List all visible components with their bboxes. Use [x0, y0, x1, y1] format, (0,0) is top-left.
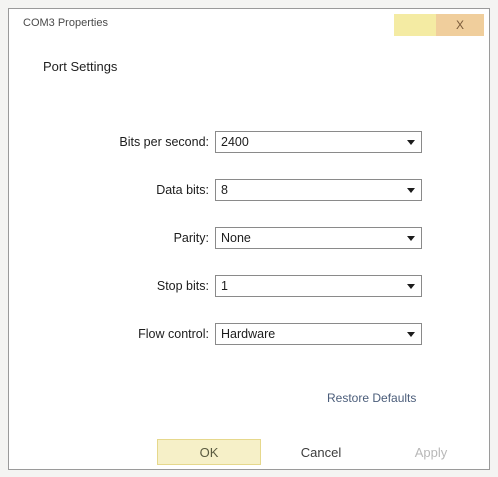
ok-button[interactable]: OK [157, 439, 261, 465]
stop-bits-select[interactable]: 1 [215, 275, 422, 297]
stop-bits-label: Stop bits: [156, 279, 209, 293]
parity-value: None [221, 231, 251, 245]
bits-per-second-select[interactable]: 2400 [215, 131, 422, 153]
chevron-down-icon [407, 236, 415, 241]
properties-dialog: COM3 Properties X Port Settings Bits per… [8, 8, 490, 470]
tab-port-settings: Port Settings [43, 59, 118, 74]
bits-per-second-row: Bits per second: 2400 [9, 131, 489, 155]
data-bits-row: Data bits: 8 [9, 179, 489, 203]
flow-control-label: Flow control: [138, 327, 209, 341]
close-button[interactable]: X [436, 14, 484, 36]
bits-per-second-value: 2400 [221, 135, 249, 149]
flow-control-select[interactable]: Hardware [215, 323, 422, 345]
window-title: COM3 Properties [23, 17, 108, 29]
parity-select[interactable]: None [215, 227, 422, 249]
apply-button[interactable]: Apply [379, 439, 483, 465]
stop-bits-value: 1 [221, 279, 228, 293]
bits-per-second-label: Bits per second: [119, 135, 209, 149]
cancel-button[interactable]: Cancel [269, 439, 373, 465]
flow-control-value: Hardware [221, 327, 276, 341]
title-bar-highlight [394, 14, 436, 36]
data-bits-value: 8 [221, 183, 228, 197]
chevron-down-icon [407, 332, 415, 337]
parity-label: Parity: [173, 231, 209, 245]
parity-row: Parity: None [9, 227, 489, 251]
data-bits-select[interactable]: 8 [215, 179, 422, 201]
restore-defaults-button[interactable]: Restore Defaults [327, 391, 416, 405]
chevron-down-icon [407, 140, 415, 145]
title-bar: COM3 Properties X [9, 9, 489, 39]
data-bits-label: Data bits: [156, 183, 209, 197]
stop-bits-row: Stop bits: 1 [9, 275, 489, 299]
chevron-down-icon [407, 188, 415, 193]
flow-control-row: Flow control: Hardware [9, 323, 489, 347]
chevron-down-icon [407, 284, 415, 289]
